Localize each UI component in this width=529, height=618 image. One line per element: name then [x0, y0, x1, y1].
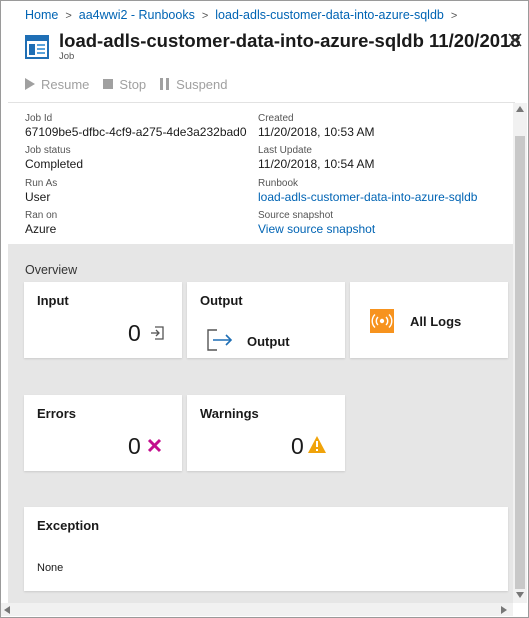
input-count: 0 [128, 320, 141, 346]
runbook-label: Runbook [258, 178, 299, 189]
breadcrumb: Home > aa4wwi2 - Runbooks > load-adls-custom… [25, 8, 464, 22]
breadcrumb-home[interactable]: Home [25, 8, 58, 22]
job-id-value: 67109be5-dfbc-4cf9-a275-4de3a232bad0 [25, 125, 247, 139]
runbook-job-icon [25, 35, 49, 59]
exception-tile: Exception None [24, 507, 508, 591]
suspend-button[interactable]: Suspend [160, 76, 228, 92]
vertical-scrollbar[interactable] [513, 103, 527, 603]
job-essentials: Job Id 67109be5-dfbc-4cf9-a275-4de3a232b… [8, 103, 513, 244]
errors-tile[interactable]: Errors 0 [24, 395, 182, 471]
input-icon [151, 326, 164, 340]
warnings-count: 0 [291, 433, 304, 459]
close-icon[interactable] [506, 31, 524, 49]
scroll-right-icon[interactable] [501, 606, 507, 614]
suspend-label: Suspend [176, 76, 228, 92]
job-id-label: Job Id [25, 113, 53, 124]
warnings-title: Warnings [200, 406, 259, 421]
output-icon [207, 329, 233, 351]
output-tile[interactable]: Output Output [187, 282, 345, 358]
breadcrumb-runbook[interactable]: load-adls-customer-data-into-azure-sqldb [215, 8, 444, 22]
overview-heading: Overview [25, 263, 78, 277]
chevron-right-icon: > [450, 10, 458, 22]
output-title: Output [200, 293, 243, 308]
chevron-right-icon: > [65, 10, 72, 22]
command-bar: Resume Stop Suspend [25, 75, 242, 93]
breadcrumb-runbooks[interactable]: aa4wwi2 - Runbooks [79, 8, 195, 22]
output-label: Output [247, 334, 290, 349]
page-title: load-adls-customer-data-into-azure-sqldb… [59, 30, 521, 51]
scroll-left-icon[interactable] [4, 606, 10, 614]
input-title: Input [37, 293, 69, 308]
exception-title: Exception [37, 518, 100, 533]
error-x-icon [147, 438, 162, 453]
created-label: Created [258, 113, 294, 124]
resume-label: Resume [41, 76, 90, 92]
scroll-down-icon[interactable] [516, 592, 524, 598]
logs-icon [370, 309, 394, 333]
errors-title: Errors [37, 406, 77, 421]
job-content: Job Id 67109be5-dfbc-4cf9-a275-4de3a232b… [8, 103, 513, 603]
resume-button[interactable]: Resume [25, 77, 89, 92]
job-status-value: Completed [25, 157, 84, 171]
play-icon [25, 78, 35, 90]
horizontal-scrollbar[interactable] [1, 603, 513, 616]
last-update-label: Last Update [258, 145, 312, 156]
chevron-right-icon: > [201, 10, 209, 22]
stop-button[interactable]: Stop [103, 77, 146, 92]
all-logs-tile[interactable]: All Logs [350, 282, 508, 358]
errors-count: 0 [128, 433, 141, 459]
warning-icon [308, 436, 326, 453]
run-as-value: User [25, 190, 51, 204]
all-logs-label: All Logs [410, 314, 462, 329]
source-snapshot-link[interactable]: View source snapshot [258, 222, 375, 236]
runbook-link[interactable]: load-adls-customer-data-into-azure-sqldb [258, 190, 477, 204]
stop-label: Stop [119, 76, 147, 92]
scroll-up-icon[interactable] [516, 106, 524, 112]
warnings-tile[interactable]: Warnings 0 [187, 395, 345, 471]
last-update-value: 11/20/2018, 10:54 AM [258, 157, 375, 171]
run-as-label: Run As [25, 178, 58, 189]
job-status-label: Job status [25, 145, 71, 156]
source-snapshot-label: Source snapshot [258, 210, 334, 221]
page-subtitle: Job [59, 51, 75, 62]
exception-value: None [37, 562, 64, 574]
input-tile[interactable]: Input 0 [24, 282, 182, 358]
ran-on-label: Ran on [25, 210, 58, 221]
vertical-scroll-thumb[interactable] [515, 136, 525, 589]
pause-icon [160, 78, 170, 90]
stop-icon [103, 79, 114, 89]
created-value: 11/20/2018, 10:53 AM [258, 125, 375, 139]
ran-on-value: Azure [25, 222, 57, 236]
